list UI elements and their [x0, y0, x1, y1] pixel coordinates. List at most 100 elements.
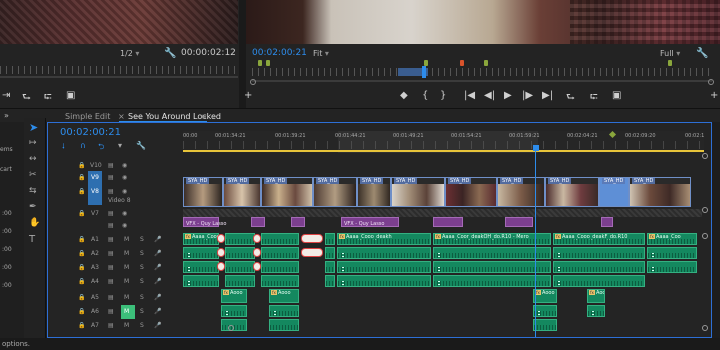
razor-icon[interactable]: ✂	[29, 170, 37, 180]
step-forward-icon[interactable]: |▶	[522, 90, 533, 101]
track-lock-icon[interactable]: 🔒	[78, 188, 85, 195]
audio-clip[interactable]	[221, 319, 247, 331]
audio-clip[interactable]	[647, 261, 697, 273]
audio-clip[interactable]	[325, 275, 335, 287]
track-lock-icon[interactable]: 🔒	[78, 236, 85, 243]
audio-transition-pill[interactable]	[217, 262, 225, 271]
program-timecode[interactable]: 00:02:00:21	[252, 48, 307, 58]
mute-button[interactable]: M	[124, 236, 129, 243]
solo-button[interactable]: S	[140, 278, 144, 285]
track-lock-icon[interactable]: 🔒	[78, 308, 85, 315]
ripple-edit-icon[interactable]: ↔	[29, 154, 37, 164]
video-clip[interactable]: SYA_HD	[223, 177, 261, 207]
fx-clip[interactable]: VFX - Quy Lasso	[183, 217, 226, 227]
source-export-frame-icon[interactable]: ▣	[66, 90, 75, 101]
microphone-icon[interactable]: 🎤	[154, 278, 161, 285]
video-clip[interactable]: SYA_HD	[497, 177, 545, 207]
solo-button[interactable]: S	[140, 322, 144, 329]
mark-in-icon[interactable]: {	[422, 90, 428, 101]
track-lock-icon[interactable]: 🔒	[78, 210, 85, 217]
sync-lock-icon[interactable]: ▤	[108, 250, 114, 257]
tab-simple-edit[interactable]: Simple Edit	[65, 112, 110, 121]
audio-clip[interactable]	[587, 305, 605, 317]
audio-clip[interactable]	[433, 261, 551, 273]
eye-icon[interactable]: ◉	[122, 188, 127, 195]
source-insert-icon[interactable]: ⮑	[22, 90, 31, 107]
audio-clip[interactable]	[269, 319, 299, 331]
audio-clip[interactable]	[269, 305, 299, 317]
sync-lock-icon[interactable]: ▤	[108, 222, 114, 229]
source-resolution-dropdown[interactable]: 1/2	[120, 49, 139, 58]
solo-button[interactable]: S	[140, 294, 144, 301]
solo-button[interactable]: S	[140, 250, 144, 257]
video-clip[interactable]: SYA_HD	[261, 177, 313, 207]
audio-transition-pill[interactable]	[301, 234, 323, 243]
track-lock-icon[interactable]: 🔒	[78, 250, 85, 257]
timeline-timecode[interactable]: 00:02:00:21	[60, 127, 121, 138]
audio-clip[interactable]	[225, 261, 255, 273]
timeline-marker[interactable]	[608, 130, 617, 139]
fx-clip[interactable]	[251, 217, 265, 227]
sync-lock-icon[interactable]: ▤	[108, 308, 114, 315]
type-tool-icon[interactable]: T	[29, 234, 35, 245]
tab-menu-icon[interactable]: ≡	[200, 112, 207, 121]
program-add-button-icon[interactable]: +	[710, 90, 718, 101]
sync-lock-icon[interactable]: ▤	[108, 278, 114, 285]
sync-lock-icon[interactable]: ▤	[108, 210, 114, 217]
snap-icon[interactable]: ∩	[80, 141, 86, 150]
microphone-icon[interactable]: 🎤	[154, 250, 161, 257]
video-clip[interactable]: SYA_HD	[183, 177, 223, 207]
mute-button[interactable]: M	[124, 264, 129, 271]
audio-clip[interactable]: fx Aaaa_Coo	[647, 233, 697, 245]
audio-clip[interactable]	[261, 233, 299, 245]
audio-clip[interactable]	[337, 261, 431, 273]
lift-icon[interactable]: ⮑	[566, 90, 575, 107]
audio-clip[interactable]: fxAooo	[221, 289, 247, 303]
source-monitor-video[interactable]	[0, 0, 238, 44]
eye-icon[interactable]: ◉	[122, 174, 127, 181]
video-clip-selected[interactable]: SYA_HD	[599, 177, 629, 207]
vertical-scroll-handle[interactable]	[702, 207, 708, 213]
audio-clip[interactable]: fxAooo	[269, 289, 299, 303]
audio-clip[interactable]	[325, 247, 335, 259]
vertical-scroll-handle[interactable]	[702, 325, 708, 331]
mute-button[interactable]: M	[124, 308, 129, 315]
program-resolution-dropdown[interactable]: Full	[660, 49, 680, 58]
horizontal-scroll-handle[interactable]	[228, 325, 234, 331]
track-lock-icon[interactable]: 🔒	[78, 278, 85, 285]
solo-button[interactable]: S	[140, 264, 144, 271]
audio-clip[interactable]: fx Aaaa_Cooo_deakF_do.R10	[553, 233, 645, 245]
audio-clip[interactable]: fxAooo	[533, 289, 557, 303]
audio-clip[interactable]	[337, 247, 431, 259]
microphone-icon[interactable]: 🎤	[154, 294, 161, 301]
zoom-handle-right[interactable]	[708, 79, 714, 85]
marker-green[interactable]	[668, 60, 672, 66]
audio-clip[interactable]	[183, 261, 219, 273]
audio-clip[interactable]	[183, 247, 219, 259]
audio-clip[interactable]	[183, 275, 219, 287]
sync-lock-icon[interactable]: ▤	[108, 174, 114, 181]
video-clip[interactable]: SYA_HD	[391, 177, 445, 207]
vertical-scroll-handle[interactable]	[702, 153, 708, 159]
audio-clip[interactable]	[221, 305, 247, 317]
source-add-button-icon[interactable]: +	[244, 90, 252, 101]
track-header-v8[interactable]: 🔒 V8 ▤ ◉ Video 8	[48, 185, 183, 204]
audio-transition-pill[interactable]	[301, 248, 323, 257]
audio-transition-pill[interactable]	[217, 234, 225, 243]
hand-tool-icon[interactable]: ✋	[29, 218, 40, 228]
solo-button[interactable]: S	[140, 236, 144, 243]
extract-icon[interactable]: ⮓	[590, 90, 598, 107]
source-overwrite-icon[interactable]: ⮓	[44, 90, 52, 107]
audio-clip[interactable]	[261, 261, 299, 273]
track-header-a4[interactable]: 🔒 A4 ▤ M S 🎤	[48, 275, 183, 291]
video-clip[interactable]: SYA_HD	[357, 177, 391, 207]
microphone-icon[interactable]: 🎤	[154, 264, 161, 271]
audio-transition-pill[interactable]	[253, 234, 261, 243]
source-timecode[interactable]: 00:00:02:12	[181, 48, 236, 58]
audio-clip[interactable]: fx Aaaa_Coor_deakOH_do.R10 - Mero	[433, 233, 551, 245]
go-to-out-icon[interactable]: ▶|	[542, 90, 553, 101]
program-zoom-bar[interactable]	[252, 80, 712, 82]
program-settings-icon[interactable]: 🔧	[696, 48, 708, 59]
nest-icon[interactable]: ⭭	[62, 141, 65, 155]
fx-clip[interactable]	[505, 217, 533, 227]
